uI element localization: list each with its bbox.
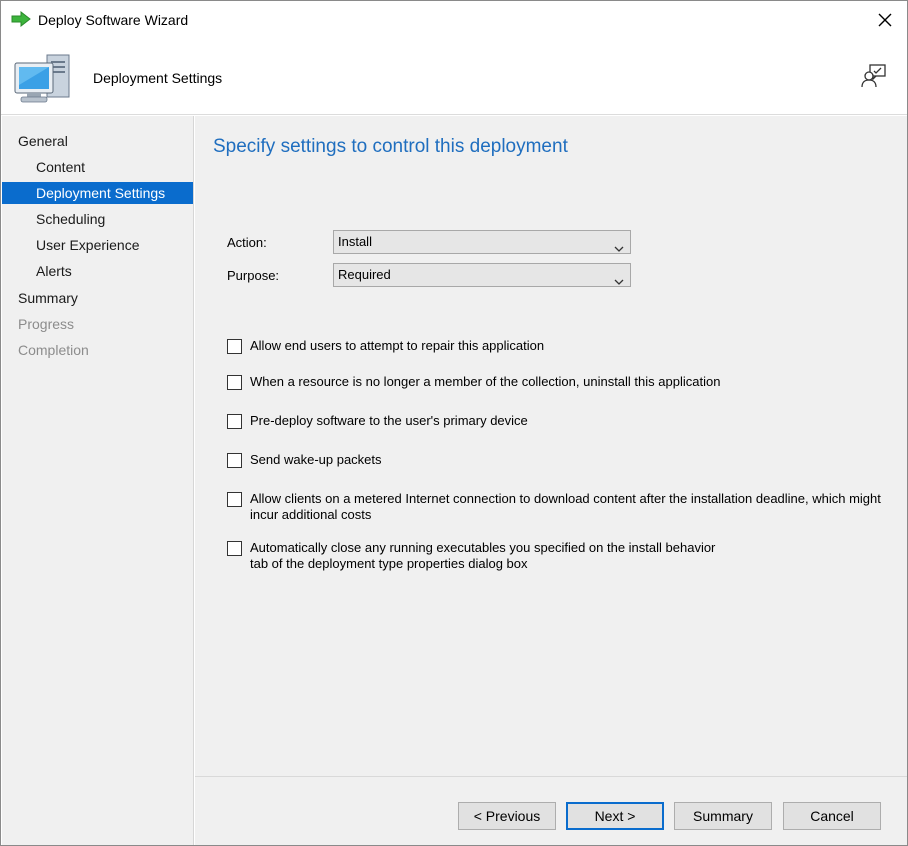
- page-title: Deployment Settings: [93, 70, 223, 86]
- chevron-down-icon: [614, 238, 624, 252]
- metered-option-label: Allow clients on a metered Internet conn…: [250, 491, 881, 522]
- window-title: Deploy Software Wizard: [38, 12, 189, 28]
- predeploy-checkbox[interactable]: [227, 414, 242, 429]
- previous-button[interactable]: < Previous: [458, 802, 556, 830]
- nav-item-alerts[interactable]: Alerts: [2, 260, 193, 282]
- summary-button[interactable]: Summary: [674, 802, 772, 830]
- nav-item-user-experience[interactable]: User Experience: [2, 234, 193, 256]
- title-bar: Deploy Software Wizard: [1, 1, 907, 39]
- section-heading: Specify settings to control this deploym…: [213, 136, 568, 157]
- uninstall-option-label: When a resource is no longer a member of…: [250, 374, 721, 389]
- nav-item-completion: Completion: [18, 342, 89, 358]
- nav-item-deployment-settings[interactable]: Deployment Settings: [2, 182, 193, 204]
- predeploy-option-label: Pre-deploy software to the user's primar…: [250, 413, 528, 428]
- repair-checkbox[interactable]: [227, 339, 242, 354]
- wizard-window: Deploy Software Wizard Deployment Settin…: [0, 0, 908, 846]
- nav-item-content[interactable]: Content: [2, 156, 193, 178]
- close-executables-checkbox[interactable]: [227, 541, 242, 556]
- feedback-icon[interactable]: [861, 63, 887, 89]
- action-value: Install: [338, 234, 372, 249]
- purpose-label: Purpose:: [227, 268, 280, 283]
- green-arrow-icon: [11, 10, 31, 28]
- uninstall-checkbox[interactable]: [227, 375, 242, 390]
- nav-item-scheduling[interactable]: Scheduling: [2, 208, 193, 230]
- cancel-button[interactable]: Cancel: [783, 802, 881, 830]
- wizard-steps-nav: General Content Deployment Settings Sche…: [2, 116, 194, 845]
- action-label: Action:: [227, 235, 267, 250]
- close-icon[interactable]: [863, 1, 907, 39]
- purpose-dropdown[interactable]: Required: [333, 263, 631, 287]
- wakeup-checkbox[interactable]: [227, 453, 242, 468]
- wakeup-option-label: Send wake-up packets: [250, 452, 382, 467]
- nav-item-general[interactable]: General: [2, 130, 193, 152]
- purpose-value: Required: [338, 267, 391, 282]
- close-executables-option-label: Automatically close any running executab…: [250, 540, 716, 571]
- button-bar: < Previous Next > Summary Cancel: [195, 776, 907, 845]
- metered-checkbox[interactable]: [227, 492, 242, 507]
- header-banner: Deployment Settings: [1, 39, 907, 115]
- nav-item-progress: Progress: [18, 316, 75, 332]
- nav-item-summary[interactable]: Summary: [2, 287, 193, 309]
- next-button[interactable]: Next >: [566, 802, 664, 830]
- repair-option-label: Allow end users to attempt to repair thi…: [250, 338, 545, 353]
- chevron-down-icon: [614, 271, 624, 285]
- main-content: Specify settings to control this deploym…: [195, 116, 907, 776]
- action-dropdown[interactable]: Install: [333, 230, 631, 254]
- computer-icon: [13, 49, 73, 107]
